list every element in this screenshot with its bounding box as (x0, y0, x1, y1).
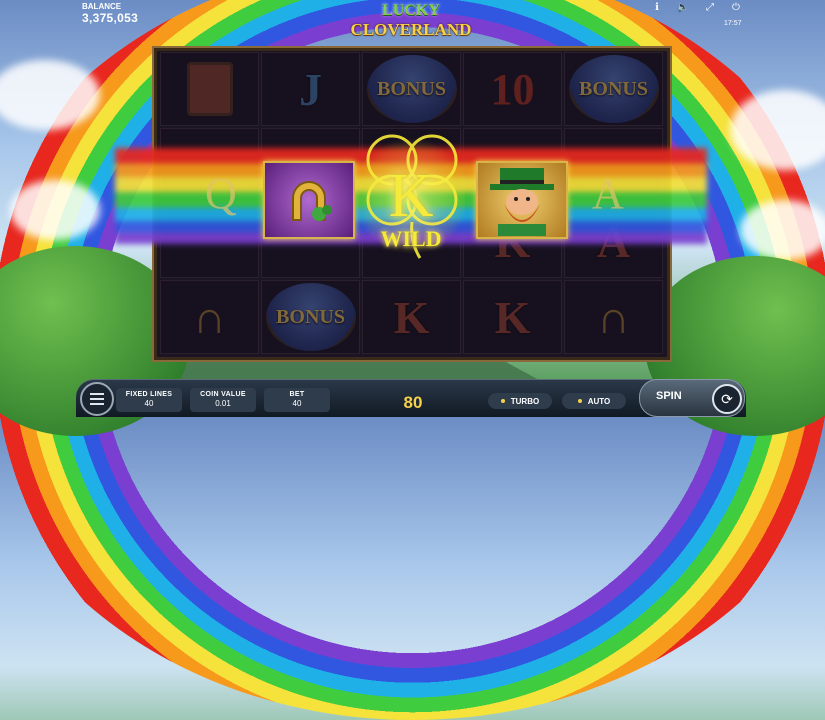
side-symbol-a: A (592, 169, 624, 218)
spin-button[interactable]: SPIN ⟳ (639, 379, 745, 417)
fixed-lines-display: FIXED LINES 40 (116, 388, 182, 412)
symbol-10: 10 (463, 52, 562, 126)
logo-line1: LUCKY (382, 2, 440, 19)
spin-arrows-icon: ⟳ (712, 384, 742, 414)
win-symbol-horseshoe (263, 161, 355, 239)
bet-selector[interactable]: BET 40 (264, 388, 330, 412)
coin-value-value: 0.01 (215, 399, 231, 408)
symbol-horseshoe: ∩ (564, 280, 663, 354)
symbol-k: K (463, 280, 562, 354)
wild-label: WILD (380, 226, 442, 251)
info-icon[interactable]: ℹ (650, 2, 664, 13)
menu-button[interactable] (80, 382, 114, 416)
mug-icon (186, 62, 233, 116)
menu-icon (90, 398, 104, 400)
leprechaun-icon (490, 168, 554, 236)
horseshoe-icon (292, 181, 332, 221)
turbo-toggle[interactable]: TURBO (488, 393, 552, 409)
auto-toggle[interactable]: AUTO (562, 393, 626, 409)
fixed-lines-label: FIXED LINES (125, 391, 173, 398)
symbol-bonus: BONUS (261, 280, 360, 354)
auto-indicator-icon (577, 399, 582, 403)
game-logo: LUCKY CLOVERLAND (336, 0, 486, 44)
symbol-j: J (261, 52, 360, 126)
symbol-bonus: BONUS (362, 52, 461, 126)
balance-value: 3,375,053 (82, 11, 139, 25)
auto-label: AUTO (587, 396, 611, 406)
win-symbol-leprechaun (476, 161, 568, 239)
coin-value-label: COIN VALUE (200, 391, 246, 398)
win-symbol-wild: K WILD (357, 136, 465, 256)
symbol-horseshoe: ∩ (160, 280, 259, 354)
bet-label: BET (289, 391, 305, 398)
cloud (740, 200, 825, 260)
coin-value-selector[interactable]: COIN VALUE 0.01 (190, 388, 256, 412)
bet-value: 40 (292, 399, 302, 408)
side-symbol-q: Q (205, 169, 237, 218)
symbol-k: K (362, 280, 461, 354)
cloud (10, 180, 100, 240)
power-icon[interactable]: ⏻ (729, 2, 743, 13)
horseshoe-icon: ∩ (192, 291, 227, 343)
total-bet: 80 (403, 393, 423, 412)
turbo-indicator-icon (500, 399, 505, 403)
sound-icon[interactable]: 🔈 (676, 2, 690, 13)
turbo-label: TURBO (510, 396, 540, 406)
symbol-mug (160, 52, 259, 126)
balance-label: BALANCE (82, 2, 122, 11)
spin-label: SPIN (656, 390, 682, 402)
logo-line2: CLOVERLAND (350, 20, 472, 39)
fullscreen-icon[interactable]: ⤢ (703, 2, 717, 13)
symbol-bonus: BONUS (564, 52, 663, 126)
horseshoe-icon: ∩ (596, 291, 631, 343)
clock: 17:57 (724, 20, 742, 27)
fixed-lines-value: 40 (144, 399, 154, 408)
wild-letter: K (388, 162, 434, 230)
